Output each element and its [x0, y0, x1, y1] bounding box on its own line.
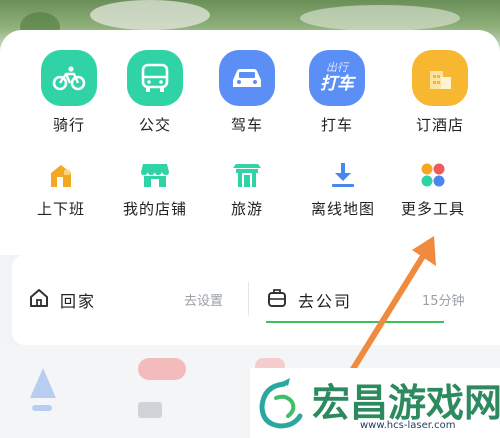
home-icon: [28, 287, 50, 313]
tool-travel[interactable]: 旅游: [207, 158, 287, 219]
watermark-url: www.hcs-laser.com: [360, 420, 456, 431]
watermark: 宏昌游戏网 www.hcs-laser.com: [250, 368, 500, 438]
watermark-title: 宏昌游戏网: [312, 381, 500, 425]
tool-drive[interactable]: 驾车: [207, 50, 287, 135]
tool-bus[interactable]: 公交: [115, 50, 195, 135]
download-icon: [326, 158, 360, 192]
briefcase-icon: [266, 287, 288, 313]
blurred-badge: [138, 358, 186, 380]
blurred-nav-label: [32, 405, 52, 411]
tool-drive-label: 驾车: [230, 116, 263, 134]
company-label: 去公司: [298, 292, 353, 311]
secondary-tools-row: 上下班 我的店铺 旅游 离线地图 更多工具: [0, 158, 500, 228]
commute-home-icon: [44, 158, 78, 192]
home-shortcut[interactable]: 回家: [28, 275, 96, 325]
home-label: 回家: [60, 292, 97, 311]
tool-commute-label: 上下班: [36, 200, 85, 218]
bike-icon: [41, 50, 97, 106]
company-route-bar: [266, 321, 444, 323]
primary-tools-row: 骑行 公交 驾车 出行 打车 打车 订酒店: [0, 50, 500, 150]
taxi-icon-text: 打车: [320, 74, 354, 94]
tool-hotel[interactable]: 订酒店: [400, 50, 480, 135]
tool-travel-label: 旅游: [230, 200, 263, 218]
shop-icon: [138, 158, 172, 192]
hotel-icon: [412, 50, 468, 106]
more-tools-icon: [416, 158, 450, 192]
tool-more-label: 更多工具: [400, 200, 465, 218]
tool-bike[interactable]: 骑行: [29, 50, 109, 135]
dragon-logo-icon: [254, 376, 306, 432]
tool-shop-label: 我的店铺: [122, 200, 187, 218]
tool-taxi[interactable]: 出行 打车 打车: [297, 50, 377, 135]
bus-icon: [127, 50, 183, 106]
card-divider: [248, 282, 249, 316]
tool-shop[interactable]: 我的店铺: [115, 158, 195, 219]
car-icon: [219, 50, 275, 106]
tool-offline-map-label: 离线地图: [310, 200, 375, 218]
taxi-icon: 出行 打车: [309, 50, 365, 106]
company-eta: 15分钟: [422, 294, 465, 309]
tool-more[interactable]: 更多工具: [393, 158, 473, 219]
tool-taxi-label: 打车: [320, 116, 353, 134]
travel-gate-icon: [230, 158, 264, 192]
tool-bike-label: 骑行: [52, 116, 85, 134]
taxi-icon-top-text: 出行: [326, 61, 348, 74]
tool-hotel-label: 订酒店: [415, 116, 464, 134]
home-setup-link[interactable]: 去设置: [184, 290, 223, 309]
tool-offline-map[interactable]: 离线地图: [303, 158, 383, 219]
blurred-item: [138, 402, 162, 418]
tool-commute[interactable]: 上下班: [21, 158, 101, 219]
company-shortcut[interactable]: 去公司: [266, 275, 352, 325]
tool-bus-label: 公交: [138, 116, 171, 134]
